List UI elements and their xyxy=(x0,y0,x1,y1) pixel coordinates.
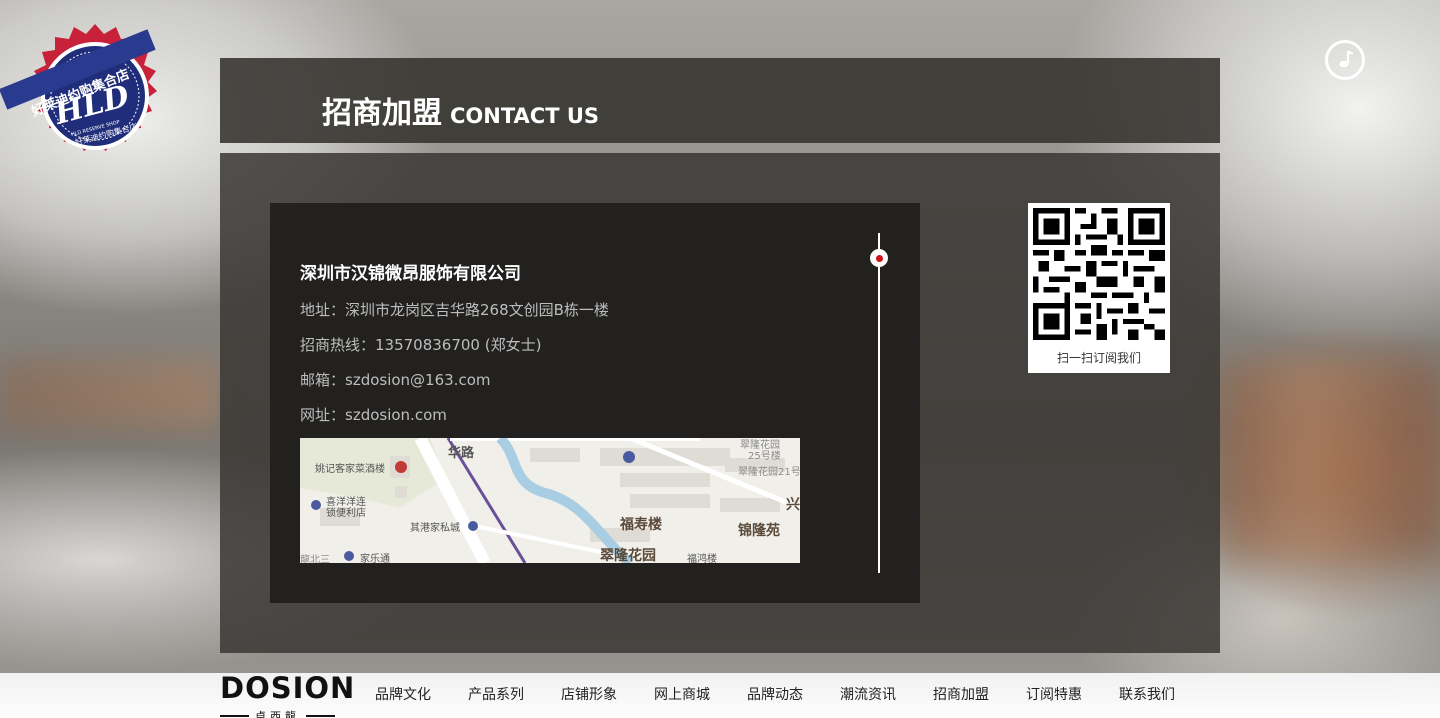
background-wood-blur xyxy=(1220,360,1440,560)
background-shelf-blur xyxy=(0,360,220,430)
map-label-jinlong: 锦隆苑 xyxy=(738,523,780,539)
qr-caption: 扫一扫订阅我们 xyxy=(1056,351,1141,365)
email-link[interactable]: 邮箱：szdosion@163.com xyxy=(300,369,491,390)
brand-rule-left xyxy=(220,715,249,717)
map-graphic xyxy=(300,438,800,563)
timeline-line xyxy=(878,233,880,573)
nav-item-products[interactable]: 产品系列 xyxy=(468,673,524,718)
brand-subline: 卓西龍 xyxy=(220,710,335,718)
qr-code-icon xyxy=(1033,208,1165,340)
brand-logo[interactable]: DOSION 卓西龍 xyxy=(220,671,354,718)
page-title: 招商加盟 CONTACT US xyxy=(322,88,599,132)
map-label-fuhong: 福鸿楼 xyxy=(687,554,717,563)
nav-item-trends[interactable]: 潮流资讯 xyxy=(840,673,896,718)
qr-card: 扫一扫订阅我们 xyxy=(1028,203,1170,373)
page-title-en: CONTACT US xyxy=(450,104,600,128)
company-name: 深圳市汉锦微昂服饰有限公司 xyxy=(300,264,521,284)
nav-item-contact[interactable]: 联系我们 xyxy=(1119,673,1175,718)
nav-item-online-mall[interactable]: 网上商城 xyxy=(654,673,710,718)
website-link[interactable]: 网址：szdosion.com xyxy=(300,404,447,425)
music-toggle-button[interactable] xyxy=(1325,40,1365,80)
location-map[interactable]: 姚记客家菜酒楼 喜洋洋连 锁便利店 其港家私城 家乐通 龍北三 福寿楼 翠隆花园… xyxy=(300,438,800,563)
timeline-marker[interactable] xyxy=(870,249,888,267)
page-title-cn: 招商加盟 xyxy=(322,96,442,131)
contact-info-box: 深圳市汉锦微昂服饰有限公司 地址：深圳市龙岗区吉华路268文创园B栋一楼 招商热… xyxy=(270,203,920,603)
music-note-icon xyxy=(1339,50,1354,68)
map-label-jiale: 家乐通 xyxy=(360,554,390,563)
map-label-cuilong: 翠隆花园 xyxy=(600,548,656,563)
brand-wordmark: DOSION xyxy=(220,671,356,705)
hld-badge-logo[interactable]: 好莱迪约购集合店 HLD HLD RESERVE SHOP 好莱迪约购集合店 xyxy=(0,14,180,174)
nav-item-franchise[interactable]: 招商加盟 xyxy=(933,673,989,718)
nav-item-store-image[interactable]: 店铺形象 xyxy=(561,673,617,718)
map-label-store2: 锁便利店 xyxy=(326,508,366,519)
map-label-bei: 龍北三 xyxy=(300,555,330,563)
contact-panel: 深圳市汉锦微昂服饰有限公司 地址：深圳市龙岗区吉华路268文创园B栋一楼 招商热… xyxy=(220,153,1220,653)
map-label-fushou: 福寿楼 xyxy=(620,517,662,533)
footer-nav-bar: DOSION 卓西龍 品牌文化 产品系列 店铺形象 网上商城 品牌动态 潮流资讯… xyxy=(0,671,1440,718)
page-header-bar: 招商加盟 CONTACT US xyxy=(220,58,1220,143)
brand-rule-right xyxy=(306,715,335,717)
nav-item-brand-news[interactable]: 品牌动态 xyxy=(747,673,803,718)
hotline-text: 招商热线：13570836700 (郑女士) xyxy=(300,336,542,354)
nav-item-brand-culture[interactable]: 品牌文化 xyxy=(375,673,431,718)
address-text: 地址：深圳市龙岗区吉华路268文创园B栋一楼 xyxy=(300,301,609,319)
main-nav: 品牌文化 产品系列 店铺形象 网上商城 品牌动态 潮流资讯 招商加盟 订阅特惠 … xyxy=(375,673,1212,718)
map-label-cui21: 翠隆花园21号 xyxy=(738,467,800,478)
nav-item-subscribe[interactable]: 订阅特惠 xyxy=(1026,673,1082,718)
map-label-xing: 兴 xyxy=(786,497,800,513)
map-label-cui25b: 25号楼 xyxy=(748,451,781,462)
map-label-shop: 其港家私城 xyxy=(410,523,460,534)
map-label-restaurant: 姚记客家菜酒楼 xyxy=(315,464,385,475)
map-label-road: 华路 xyxy=(448,446,475,461)
brand-sub: 卓西龍 xyxy=(255,710,300,718)
